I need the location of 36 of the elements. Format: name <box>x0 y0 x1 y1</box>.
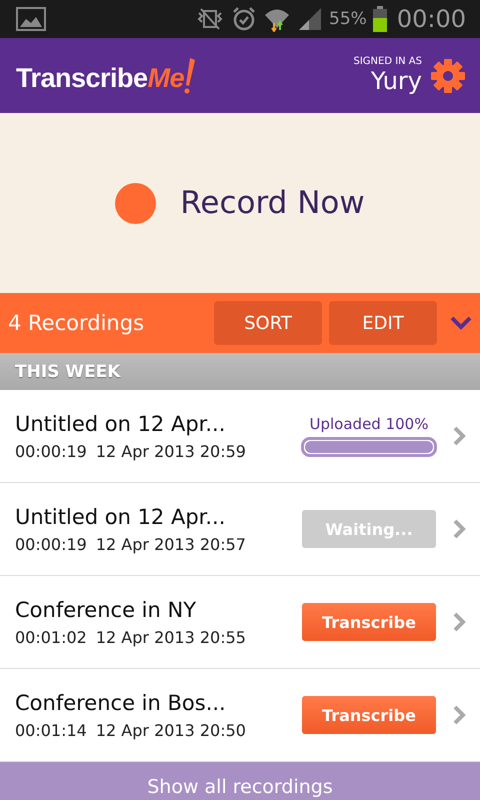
recording-item[interactable]: Conference in NY 00:01:02 12 Apr 2013 20:55 Transcribe <box>0 576 480 669</box>
recording-date: 12 Apr 2013 20:57 <box>96 534 246 554</box>
chevron-right-icon <box>452 704 466 726</box>
alarm-icon <box>231 6 258 32</box>
toolbar-button[interactable]: SORT <box>214 301 322 345</box>
signal-icon <box>297 6 324 32</box>
battery-icon <box>372 6 387 32</box>
clock: 00:00 <box>396 5 466 33</box>
section-title: THIS WEEK <box>15 362 120 382</box>
recording-title: Conference in Bos... <box>15 690 227 714</box>
settings-icon[interactable] <box>430 58 466 94</box>
recording-duration: 00:00:19 <box>15 534 87 554</box>
record-button[interactable]: Record Now <box>115 182 365 224</box>
recording-title: Untitled on 12 Apr... <box>15 504 226 528</box>
recording-item[interactable]: Conference in Bos... 00:01:14 12 Apr 2013 20:50 Transcribe <box>0 669 480 762</box>
recording-title: Untitled on 12 Apr... <box>15 412 226 436</box>
recording-date: 12 Apr 2013 20:59 <box>96 442 246 460</box>
recording-title: Conference in NY <box>15 598 198 622</box>
user-name: Yury <box>370 67 422 95</box>
chevron-right-icon <box>452 425 466 447</box>
signed-in-label: SIGNED IN AS <box>353 56 422 67</box>
upload-status: Uploaded 100% <box>310 415 428 433</box>
recording-date: 12 Apr 2013 20:50 <box>96 720 246 740</box>
recordings-count: 4 Recordings <box>8 311 146 335</box>
chevron-right-icon <box>452 518 466 540</box>
chevron-right-icon <box>452 611 466 633</box>
toolbar-button[interactable]: EDIT <box>329 301 437 345</box>
logo-text: TranscribeMe <box>16 62 184 94</box>
recording-item[interactable]: Untitled on 12 Apr... 00:00:19 12 Apr 2013 20:59 Uploaded 100% <box>0 390 480 483</box>
recording-duration: 00:01:14 <box>15 720 87 740</box>
chevron-down-icon[interactable] <box>450 316 472 330</box>
picture-notification-icon <box>16 7 46 31</box>
battery-percent: 55% <box>329 9 367 29</box>
recording-date: 12 Apr 2013 20:55 <box>96 628 246 646</box>
recording-duration: 00:00:19 <box>15 442 87 460</box>
recording-duration: 00:01:02 <box>15 628 87 646</box>
